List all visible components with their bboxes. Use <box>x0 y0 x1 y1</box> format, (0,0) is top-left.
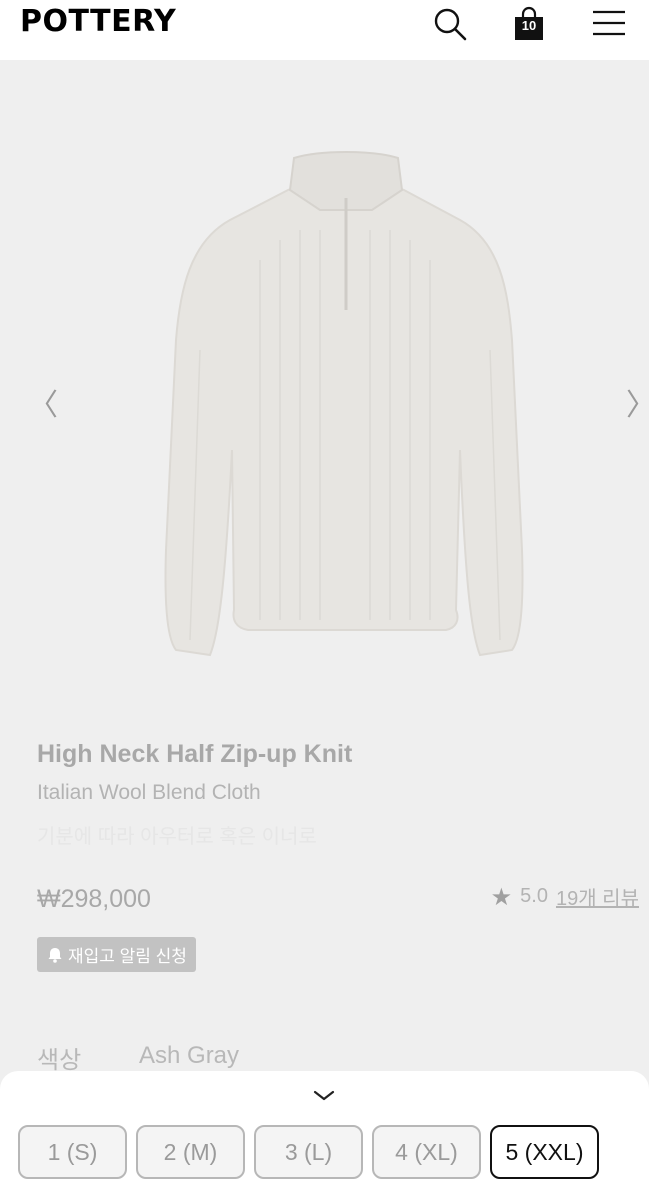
rating-summary: ★ 5.0 19개 리뷰 <box>491 882 639 911</box>
chevron-down-icon[interactable] <box>309 1085 339 1105</box>
size-option-4-xl[interactable]: 4 (XL) <box>372 1125 481 1179</box>
bell-icon <box>48 947 62 963</box>
top-header: POTTERY 10 <box>0 0 649 60</box>
size-option-2-m[interactable]: 2 (M) <box>136 1125 245 1179</box>
hamburger-menu-icon <box>593 10 625 36</box>
product-material: Italian Wool Blend Cloth <box>37 781 261 804</box>
restock-label: 재입고 알림 신청 <box>68 947 187 966</box>
prev-image-arrow[interactable]: 〈 <box>28 380 58 424</box>
search-icon <box>434 8 467 41</box>
color-option-label: 색상 <box>37 1047 82 1074</box>
product-price: ₩298,000 <box>37 885 151 913</box>
search-button[interactable] <box>432 6 468 42</box>
size-select-sheet: 1 (S) 2 (M) 3 (L) 4 (XL) 5 (XXL) <box>0 1071 649 1200</box>
menu-button[interactable] <box>591 6 627 42</box>
sweater-image <box>164 151 524 657</box>
next-image-arrow[interactable]: 〉 <box>626 380 649 424</box>
size-option-1-s[interactable]: 1 (S) <box>18 1125 127 1179</box>
product-description: 기분에 따라 아우터로 혹은 이너로 <box>37 826 317 848</box>
color-option-value[interactable]: Ash Gray <box>139 1042 239 1070</box>
rating-value: 5.0 <box>520 885 548 907</box>
reviews-link[interactable]: 19개 리뷰 <box>556 882 639 911</box>
cart-count-badge: 10 <box>521 18 537 33</box>
restock-alert-button[interactable]: 재입고 알림 신청 <box>37 937 196 972</box>
star-icon: ★ <box>490 882 513 911</box>
size-option-5-xxl[interactable]: 5 (XXL) <box>490 1125 599 1179</box>
product-title: High Neck Half Zip-up Knit <box>37 740 353 768</box>
cart-button[interactable]: 10 <box>511 6 547 42</box>
product-detail-page: 〈 〉 High Neck Half Zip-up Knit Italian W… <box>0 60 649 1200</box>
brand-logo[interactable]: POTTERY <box>20 4 176 39</box>
size-option-3-l[interactable]: 3 (L) <box>254 1125 363 1179</box>
size-options: 1 (S) 2 (M) 3 (L) 4 (XL) 5 (XXL) <box>18 1125 599 1179</box>
